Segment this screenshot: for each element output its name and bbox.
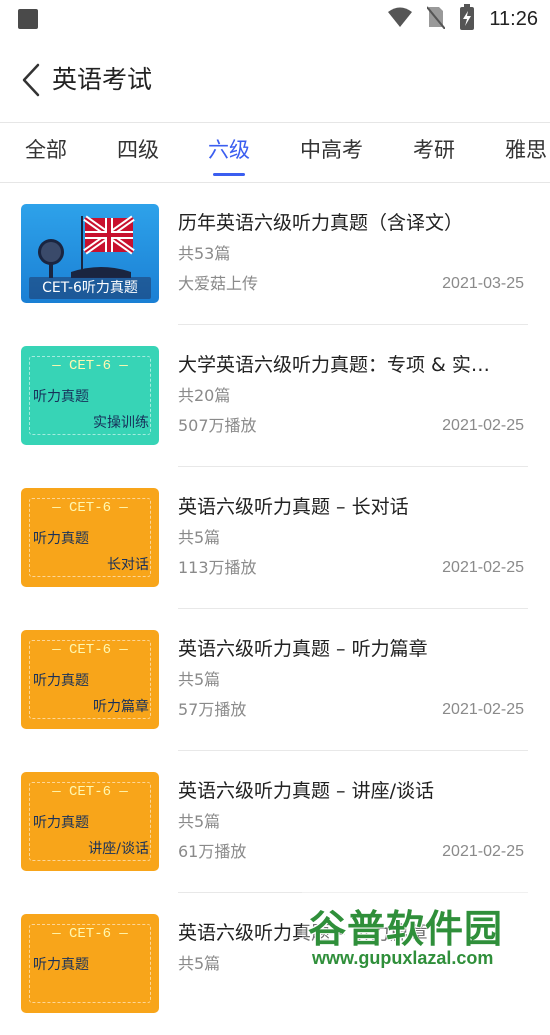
course-thumbnail: — CET-6 — 听力真题: [21, 914, 159, 1013]
thumbnail-cet-label: — CET-6 —: [52, 784, 128, 800]
item-plays: 57万播放: [178, 700, 247, 719]
item-date: 2021-02-25: [442, 417, 524, 434]
app-header: 英语考试: [0, 40, 550, 123]
status-bar: 11:26: [0, 0, 550, 40]
thumbnail-cet-label: — CET-6 —: [52, 358, 128, 374]
watermark-overlay: 谷普软件园 www.gupuxlazal.com: [302, 890, 550, 977]
wifi-icon: [387, 6, 413, 32]
tab-cet6[interactable]: 六级: [208, 135, 250, 165]
tab-gaokao[interactable]: 中高考: [300, 135, 363, 165]
status-time: 11:26: [489, 7, 538, 30]
tab-cet4[interactable]: 四级: [117, 135, 159, 165]
list-item[interactable]: — CET-6 — 听力真题 听力篇章 英语六级听力真题 – 听力篇章 共5篇 …: [0, 609, 550, 751]
item-date: 2021-03-25: [442, 275, 524, 292]
notification-icon: [18, 9, 38, 29]
item-date: 2021-02-25: [442, 701, 524, 718]
watermark-logo: 谷普软件园: [308, 907, 504, 951]
thumbnail-line2: 听力篇章: [93, 699, 149, 715]
battery-charging-icon: [459, 4, 475, 34]
item-count: 共5篇: [178, 528, 221, 547]
item-date: 2021-02-25: [442, 559, 524, 576]
thumbnail-caption: CET-6听力真题: [29, 277, 151, 299]
item-count: 共5篇: [178, 670, 221, 689]
thumbnail-line1: 听力真题: [33, 673, 89, 689]
no-sim-icon: [426, 5, 447, 33]
item-plays: 61万播放: [178, 842, 247, 861]
thumbnail-line1: 听力真题: [33, 957, 89, 973]
course-thumbnail: CET-6听力真题: [21, 204, 159, 303]
watermark-url: www.gupuxlazal.com: [312, 948, 494, 968]
item-count: 共20篇: [178, 386, 231, 405]
thumbnail-line1: 听力真题: [33, 815, 89, 831]
item-title: 英语六级听力真题 – 长对话: [178, 496, 409, 518]
item-title: 英语六级听力真题 – 讲座/谈话: [178, 780, 434, 802]
item-plays: 113万播放: [178, 558, 257, 577]
item-title: 大学英语六级听力真题：专项 & 实操训练: [178, 354, 508, 376]
thumbnail-line2: 长对话: [107, 557, 149, 573]
tab-all[interactable]: 全部: [25, 135, 67, 165]
thumbnail-cet-label: — CET-6 —: [52, 642, 128, 658]
tab-ielts[interactable]: 雅思: [505, 135, 547, 165]
item-date: 2021-02-25: [442, 843, 524, 860]
thumbnail-cet-label: — CET-6 —: [52, 926, 128, 942]
course-thumbnail: — CET-6 — 听力真题 听力篇章: [21, 630, 159, 729]
list-item[interactable]: CET-6听力真题 历年英语六级听力真题（含译文） 共53篇 大爱菇上传 202…: [0, 183, 550, 325]
thumbnail-line2: 讲座/谈话: [88, 841, 149, 857]
item-count: 共5篇: [178, 812, 221, 831]
thumbnail-line2: 实操训练: [93, 415, 149, 431]
tab-kaoyan[interactable]: 考研: [413, 135, 455, 165]
item-title: 英语六级听力真题 – 听力篇章: [178, 638, 428, 660]
item-plays: 507万播放: [178, 416, 257, 435]
page-title: 英语考试: [52, 65, 153, 94]
course-thumbnail: — CET-6 — 听力真题 实操训练: [21, 346, 159, 445]
list-item[interactable]: — CET-6 — 听力真题 实操训练 大学英语六级听力真题：专项 & 实操训练…: [0, 325, 550, 467]
course-thumbnail: — CET-6 — 听力真题 讲座/谈话: [21, 772, 159, 871]
category-tabs: 全部 四级 六级 中高考 考研 雅思: [0, 123, 550, 183]
active-tab-indicator: [213, 173, 245, 176]
course-thumbnail: — CET-6 — 听力真题 长对话: [21, 488, 159, 587]
item-count: 共5篇: [178, 954, 221, 973]
list-item[interactable]: — CET-6 — 听力真题 讲座/谈话 英语六级听力真题 – 讲座/谈话 共5…: [0, 751, 550, 893]
thumbnail-line1: 听力真题: [33, 531, 89, 547]
thumbnail-cet-label: — CET-6 —: [52, 500, 128, 516]
list-item[interactable]: — CET-6 — 听力真题 长对话 英语六级听力真题 – 长对话 共5篇 11…: [0, 467, 550, 609]
item-title: 历年英语六级听力真题（含译文）: [178, 212, 464, 234]
item-uploader: 大爱菇上传: [178, 274, 259, 293]
thumbnail-line1: 听力真题: [33, 389, 89, 405]
back-arrow-icon[interactable]: [18, 62, 48, 98]
item-count: 共53篇: [178, 244, 231, 263]
